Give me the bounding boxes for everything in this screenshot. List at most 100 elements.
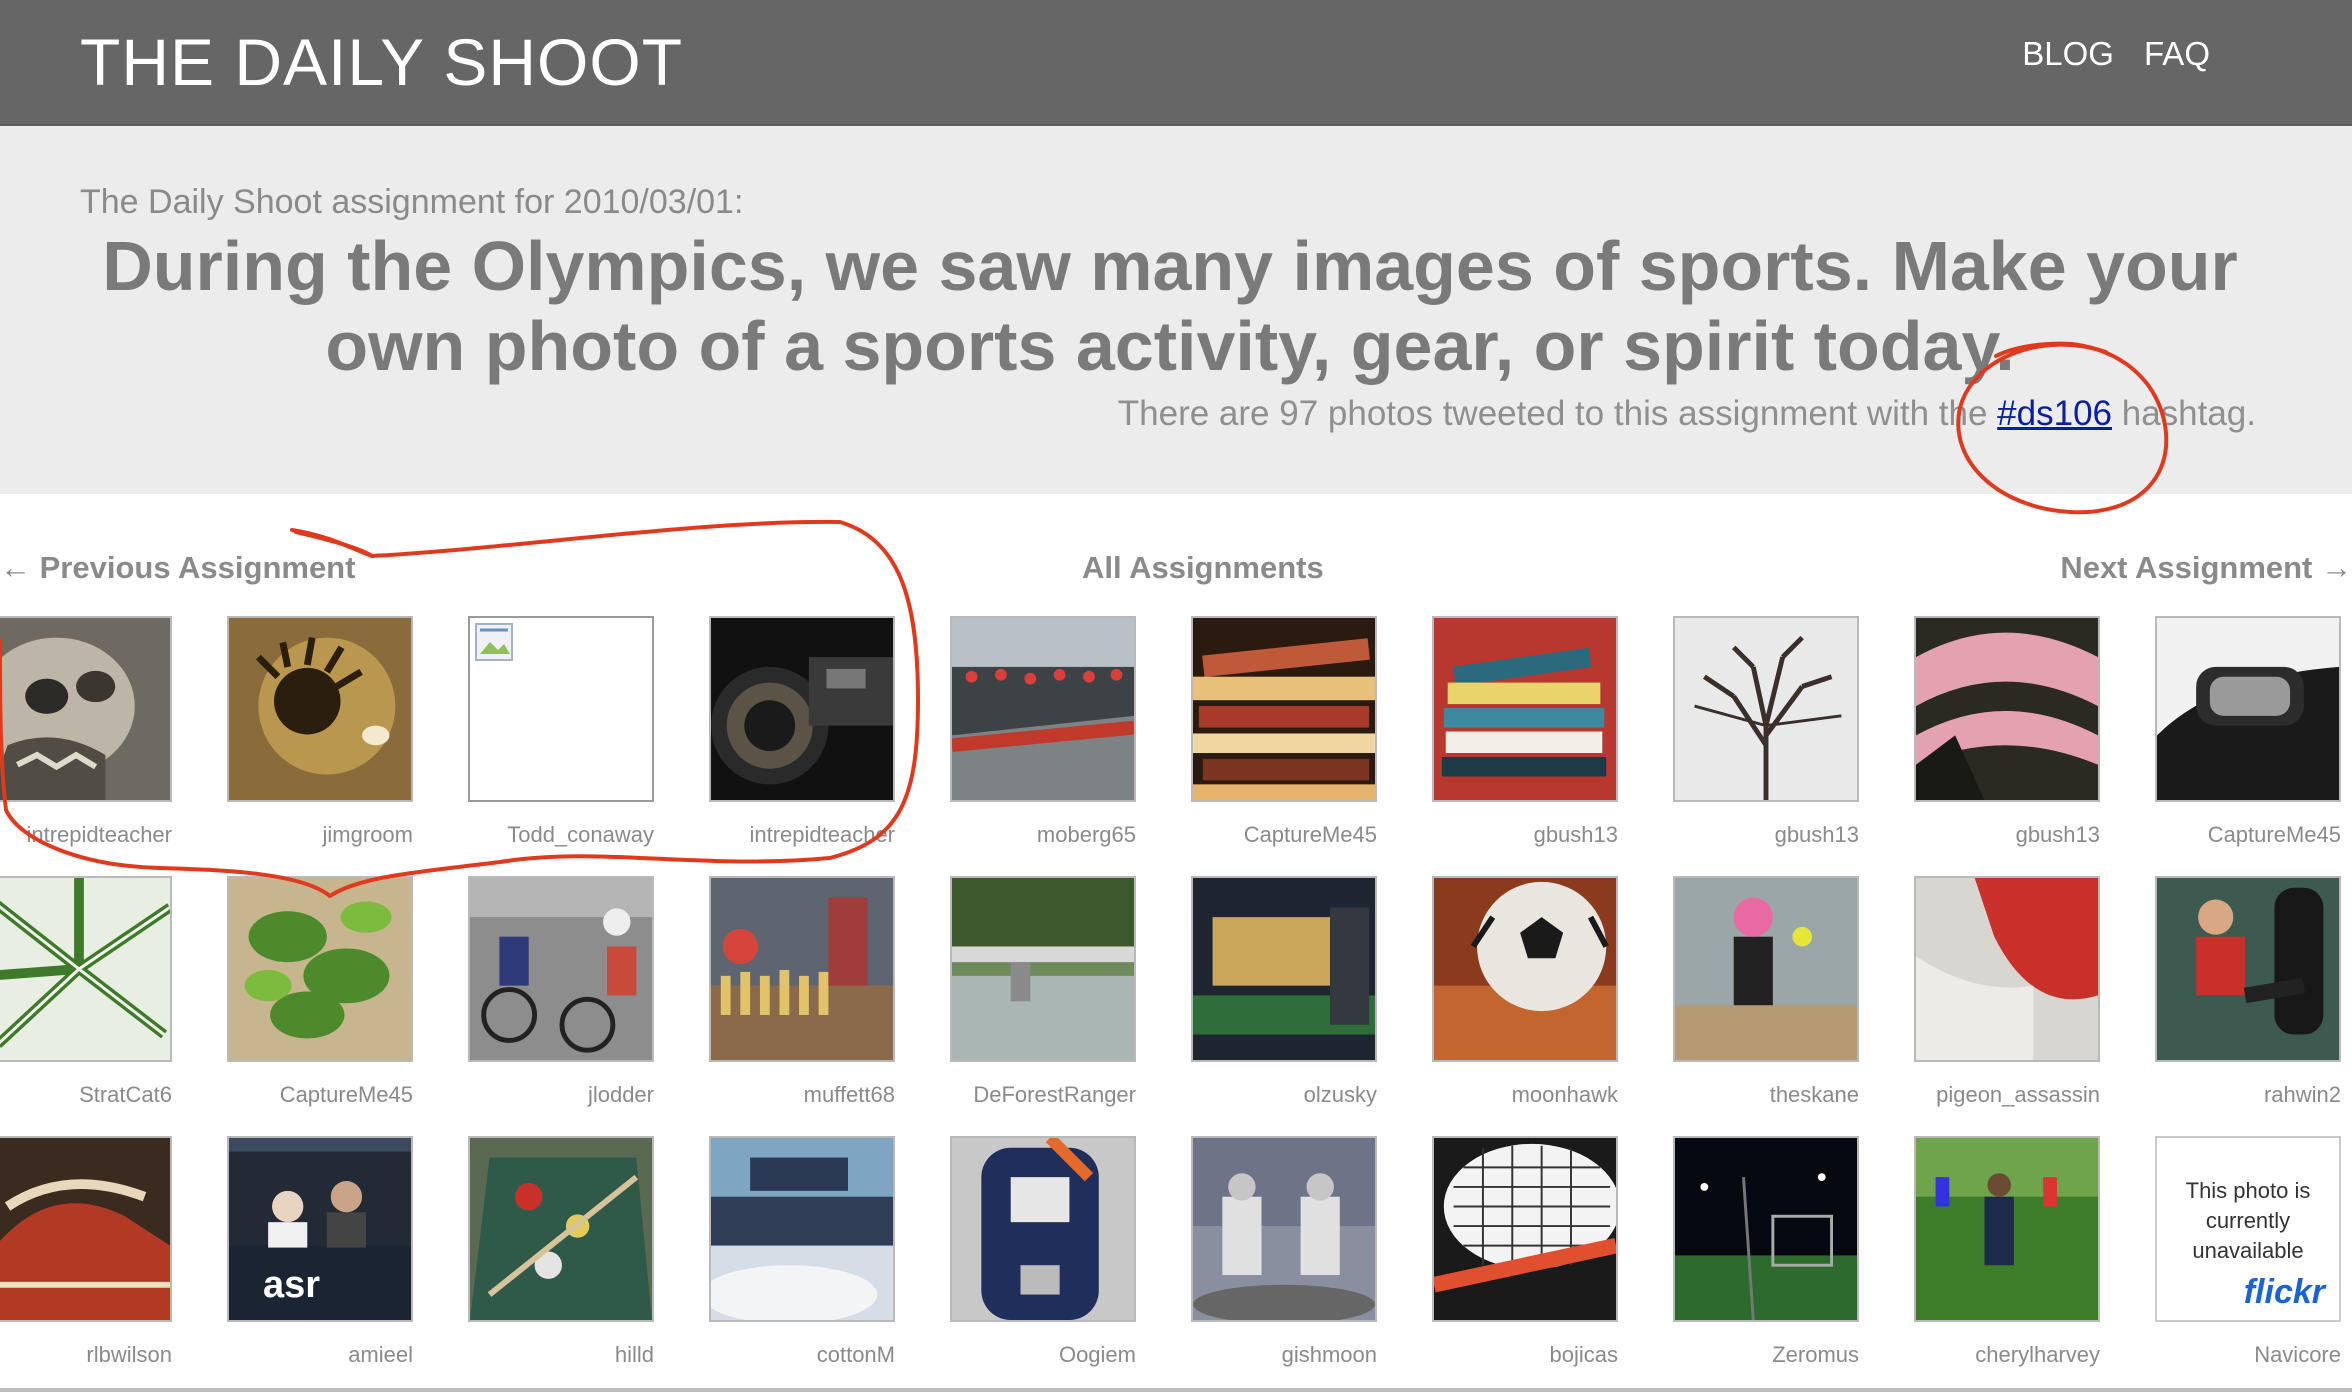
photo-username-link[interactable]: cherylharvey [1975, 1342, 2100, 1368]
photo-thumbnail[interactable] [468, 1136, 654, 1322]
photo-username-link[interactable]: StratCat6 [79, 1082, 172, 1108]
photo-username-link[interactable]: gbush13 [2016, 822, 2100, 848]
photo-username-link[interactable]: CaptureMe45 [1244, 822, 1377, 848]
photo-image [1193, 1138, 1375, 1320]
photo-username-link[interactable]: cottonM [817, 1342, 895, 1368]
photo-thumbnail[interactable] [468, 876, 654, 1062]
photo-thumbnail[interactable] [0, 1136, 172, 1322]
photo-thumbnail[interactable] [2155, 876, 2341, 1062]
photo-username-link[interactable]: gbush13 [1775, 822, 1859, 848]
photo-thumbnail[interactable] [468, 616, 654, 802]
photo-username-link[interactable]: Oogiem [1059, 1342, 1136, 1368]
photo-username-link[interactable]: theskane [1770, 1082, 1859, 1108]
photo-thumbnail[interactable]: asr [227, 1136, 413, 1322]
photo-username-link[interactable]: muffett68 [804, 1082, 895, 1108]
photo-thumbnail[interactable] [1914, 1136, 2100, 1322]
photo-image [1434, 1138, 1616, 1320]
photo-username-link[interactable]: jlodder [588, 1082, 654, 1108]
photo-username-link[interactable]: Navicore [2254, 1342, 2341, 1368]
photo-tile: Todd_conaway [412, 616, 654, 848]
photo-username-link[interactable]: Todd_conaway [507, 822, 654, 848]
flickr-logo: flickr [2243, 1273, 2325, 1311]
photo-tile: Zeromus [1617, 1136, 1859, 1368]
photo-thumbnail[interactable] [950, 876, 1136, 1062]
photo-tile: DeForestRanger [894, 876, 1136, 1108]
photo-username-link[interactable]: hilld [615, 1342, 654, 1368]
unavailable-placeholder: This photo is currently unavailable [2157, 1176, 2339, 1266]
photo-tile: intrepidteacher [653, 616, 895, 848]
photo-tile: jimgroom [171, 616, 413, 848]
photo-thumbnail[interactable] [1673, 876, 1859, 1062]
photo-username-link[interactable]: gishmoon [1282, 1342, 1377, 1368]
photo-thumbnail[interactable] [1914, 876, 2100, 1062]
photo-image [1193, 878, 1375, 1060]
photo-thumbnail[interactable] [1191, 1136, 1377, 1322]
photo-image [2157, 878, 2339, 1060]
photo-image [711, 878, 893, 1060]
photo-thumbnail[interactable] [0, 616, 172, 802]
photo-image [1916, 618, 2098, 800]
photo-image [0, 1138, 170, 1320]
photo-image [1916, 878, 2098, 1060]
photo-username-link[interactable]: jimgroom [323, 822, 413, 848]
photo-thumbnail[interactable] [227, 616, 413, 802]
photo-grid: intrepidteacher jimgroom Todd_conaway intre… [0, 0, 2352, 1394]
photo-thumbnail[interactable] [2155, 616, 2341, 802]
photo-image [711, 618, 893, 800]
photo-image [1434, 618, 1616, 800]
photo-thumbnail[interactable] [0, 876, 172, 1062]
photo-image [1675, 1138, 1857, 1320]
photo-thumbnail[interactable] [1432, 876, 1618, 1062]
asr-sign-text: asr [263, 1264, 321, 1306]
photo-tile: gbush13 [1858, 616, 2100, 848]
photo-username-link[interactable]: moberg65 [1037, 822, 1136, 848]
photo-thumbnail[interactable] [1914, 616, 2100, 802]
photo-username-link[interactable]: pigeon_assassin [1936, 1082, 2100, 1108]
page-bottom-rule [0, 1388, 2352, 1392]
photo-image [470, 1138, 652, 1320]
photo-image [1434, 878, 1616, 1060]
photo-username-link[interactable]: intrepidteacher [749, 822, 895, 848]
photo-thumbnail[interactable] [1432, 1136, 1618, 1322]
photo-thumbnail[interactable] [1673, 616, 1859, 802]
photo-username-link[interactable]: CaptureMe45 [280, 1082, 413, 1108]
photo-tile: pigeon_assassin [1858, 876, 2100, 1108]
unavailable-text: This photo is [2185, 1178, 2311, 1203]
photo-tile: gishmoon [1135, 1136, 1377, 1368]
photo-thumbnail[interactable]: This photo is currently unavailable flickr [2155, 1136, 2341, 1322]
photo-image [229, 878, 411, 1060]
photo-username-link[interactable]: moonhawk [1512, 1082, 1618, 1108]
photo-thumbnail[interactable] [1191, 876, 1377, 1062]
photo-tile: Oogiem [894, 1136, 1136, 1368]
photo-username-link[interactable]: Zeromus [1772, 1342, 1859, 1368]
photo-thumbnail[interactable] [709, 1136, 895, 1322]
photo-thumbnail[interactable] [1191, 616, 1377, 802]
photo-thumbnail[interactable] [1673, 1136, 1859, 1322]
photo-tile: This photo is currently unavailable flickr N… [2099, 1136, 2341, 1368]
photo-thumbnail[interactable] [950, 616, 1136, 802]
photo-username-link[interactable]: amieel [348, 1342, 413, 1368]
photo-username-link[interactable]: olzusky [1304, 1082, 1377, 1108]
photo-tile: moberg65 [894, 616, 1136, 848]
photo-username-link[interactable]: bojicas [1550, 1342, 1618, 1368]
photo-image [2157, 618, 2339, 800]
photo-thumbnail[interactable] [709, 616, 895, 802]
photo-username-link[interactable]: rahwin2 [2264, 1082, 2341, 1108]
photo-image [1675, 878, 1857, 1060]
photo-thumbnail[interactable] [709, 876, 895, 1062]
photo-tile: intrepidteacher [0, 616, 172, 848]
photo-tile: gbush13 [1617, 616, 1859, 848]
photo-thumbnail[interactable] [1432, 616, 1618, 802]
photo-image [1675, 618, 1857, 800]
photo-username-link[interactable]: CaptureMe45 [2208, 822, 2341, 848]
photo-thumbnail[interactable] [227, 876, 413, 1062]
photo-username-link[interactable]: intrepidteacher [26, 822, 172, 848]
photo-thumbnail[interactable] [950, 1136, 1136, 1322]
photo-username-link[interactable]: DeForestRanger [973, 1082, 1136, 1108]
photo-tile: hilld [412, 1136, 654, 1368]
photo-username-link[interactable]: rlbwilson [86, 1342, 172, 1368]
photo-image [229, 618, 411, 800]
photo-username-link[interactable]: gbush13 [1534, 822, 1618, 848]
photo-image [470, 878, 652, 1060]
photo-image [952, 1138, 1134, 1320]
